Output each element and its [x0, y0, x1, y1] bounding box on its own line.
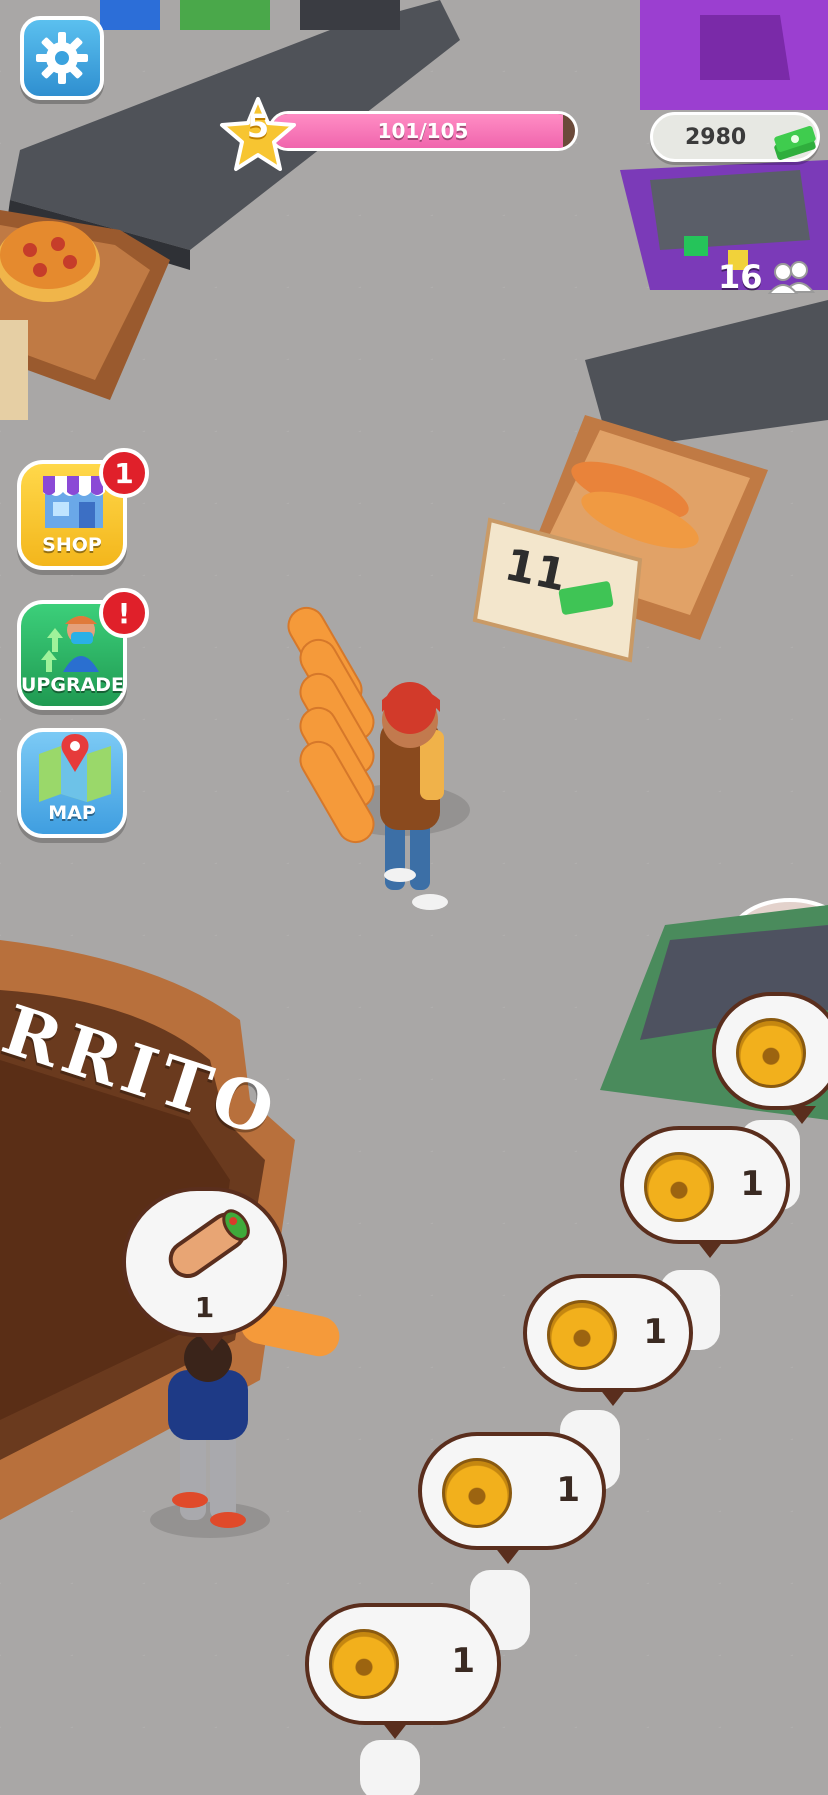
shop-badge: 1 — [99, 448, 149, 498]
shop-button[interactable]: SHOP 1 — [17, 448, 149, 570]
donut-icon — [547, 1300, 617, 1370]
order-bubble-donut: 1 — [523, 1274, 693, 1406]
shop-label: SHOP — [42, 534, 102, 556]
level-progress: 101/105 5 — [218, 95, 580, 171]
purple-machine — [585, 0, 828, 450]
map-pin-icon — [39, 734, 111, 802]
gear-icon — [36, 32, 88, 84]
level-progress-bar: 101/105 — [268, 111, 578, 151]
cash-counter: 2980 — [650, 112, 820, 162]
cash-stack-icon — [774, 125, 816, 161]
customer-counter: 16 — [718, 258, 815, 296]
burrito-box — [472, 415, 768, 663]
player-worker — [287, 606, 470, 910]
order-count: 1 — [451, 1641, 475, 1681]
customer-count: 16 — [718, 258, 763, 296]
upgrade-label: UPGRADE — [21, 674, 125, 696]
people-icon — [767, 261, 815, 294]
donut-icon — [644, 1152, 714, 1222]
order-bubble-donut: 1 — [712, 992, 828, 1124]
level-number: 5 — [246, 107, 270, 145]
order-count: 1 — [740, 1164, 764, 1204]
order-bubble-donut: 1 — [620, 1126, 790, 1258]
settings-button[interactable] — [20, 16, 104, 100]
donut-icon — [442, 1458, 512, 1528]
game-scene — [0, 0, 828, 1795]
order-bubble-burrito: 1 — [122, 1187, 287, 1351]
map-button[interactable]: MAP — [17, 728, 127, 838]
order-count: 1 — [824, 1030, 828, 1070]
burrito-icon — [168, 1209, 250, 1279]
shop-storefront-icon — [43, 476, 105, 528]
donut-icon — [736, 1018, 806, 1088]
donut-icon — [329, 1629, 399, 1699]
upgrade-badge: ! — [99, 588, 149, 638]
order-bubble-donut: 1 — [305, 1603, 501, 1739]
order-count: 1 — [194, 1291, 215, 1324]
map-label: MAP — [48, 802, 96, 824]
order-count: 1 — [556, 1470, 580, 1510]
level-progress-text: 101/105 — [377, 119, 469, 143]
counter-sign: RRITO — [0, 990, 303, 1154]
cash-amount: 2980 — [685, 125, 747, 150]
order-bubble-donut: 1 — [418, 1432, 606, 1564]
order-count: 1 — [643, 1312, 667, 1352]
upgrade-button[interactable]: UPGRADE ! — [17, 588, 149, 710]
